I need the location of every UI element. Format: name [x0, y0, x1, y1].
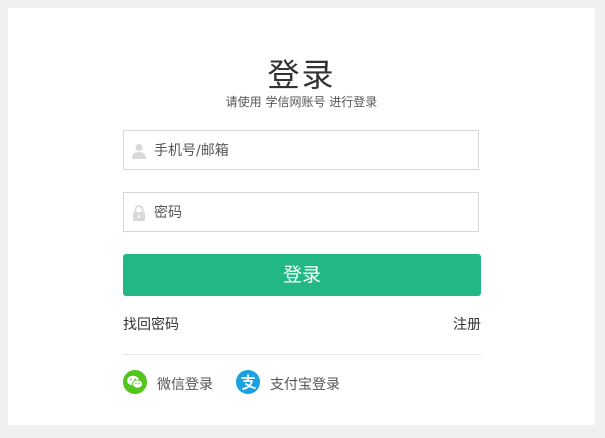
password-input[interactable]	[152, 193, 476, 233]
password-field[interactable]	[123, 192, 479, 233]
forgot-password-link[interactable]: 找回密码	[123, 314, 179, 334]
alipay-login-button[interactable]: 支付宝登录	[236, 370, 356, 394]
register-link[interactable]: 注册	[453, 314, 481, 334]
lock-icon	[133, 205, 145, 221]
username-input[interactable]	[152, 131, 476, 171]
user-icon	[132, 144, 146, 159]
login-card: 登录 请使用 学信网账号 进行登录 登录 找回密码 注册	[8, 8, 595, 425]
alipay-login-label: 支付宝登录	[270, 377, 340, 393]
page-subtitle: 请使用 学信网账号 进行登录	[225, 95, 378, 109]
divider	[123, 354, 481, 355]
wechat-login-label: 微信登录	[157, 377, 213, 393]
wechat-icon	[123, 370, 147, 394]
username-field[interactable]	[123, 130, 479, 171]
page-title: 登录	[267, 56, 336, 94]
wechat-login-button[interactable]: 微信登录	[123, 370, 223, 394]
alipay-icon	[236, 370, 260, 394]
login-button[interactable]: 登录	[123, 254, 481, 296]
